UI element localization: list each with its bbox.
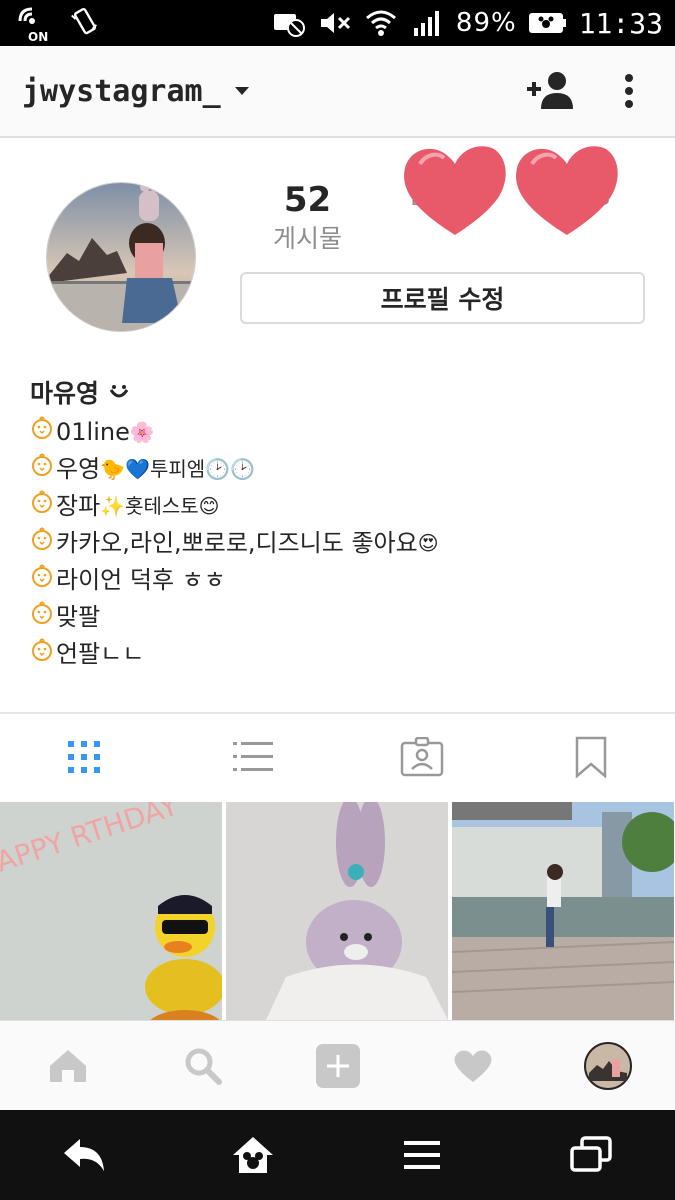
profile-bio: 마유영 01line 🌸 우영 🐤💙투피엠🕑🕑 장파 ✨홋테스토😊 카카오,라인,뽀로로,디… bbox=[30, 374, 439, 673]
display-name: 마유영 bbox=[30, 374, 439, 414]
chick-icon bbox=[30, 414, 54, 451]
profile-avatar[interactable] bbox=[46, 182, 196, 332]
search-icon bbox=[185, 1048, 222, 1085]
profile-tabs bbox=[0, 712, 675, 800]
heart-sticker-icon bbox=[404, 146, 506, 235]
bio-line-emoji: 😍 bbox=[417, 531, 439, 555]
battery-percent: 89% bbox=[455, 8, 517, 38]
nav-home[interactable] bbox=[0, 1021, 135, 1110]
bio-line-text: 언팔ㄴㄴ bbox=[56, 640, 145, 668]
list-icon bbox=[233, 742, 274, 771]
posts-count: 52 bbox=[283, 180, 332, 220]
edit-profile-button[interactable]: 프로필 수정 bbox=[240, 272, 645, 324]
bio-line: 카카오,라인,뽀로로,디즈니도 좋아요 😍 bbox=[30, 525, 439, 562]
post-thumbnail[interactable] bbox=[452, 802, 674, 1020]
tab-saved[interactable] bbox=[506, 714, 675, 800]
mute-icon bbox=[318, 8, 352, 38]
nav-add[interactable] bbox=[270, 1021, 405, 1110]
nfc-label: ON bbox=[28, 30, 49, 44]
post-thumbnail[interactable] bbox=[226, 802, 448, 1020]
bio-line-emoji: ✨홋테스토😊 bbox=[100, 494, 220, 518]
system-back-button[interactable] bbox=[0, 1110, 169, 1200]
more-vertical-icon[interactable] bbox=[609, 61, 649, 121]
home-mickey-icon bbox=[233, 1137, 274, 1173]
home-icon bbox=[49, 1049, 86, 1082]
bio-line-emoji: 🐤💙투피엠🕑🕑 bbox=[100, 457, 255, 481]
profile-header: jwystagram_ bbox=[0, 46, 675, 138]
post-grid: APPY RTHDAY bbox=[0, 802, 675, 1020]
bio-line-text: 카카오,라인,뽀로로,디즈니도 좋아요 bbox=[56, 529, 418, 557]
nav-profile[interactable] bbox=[540, 1021, 675, 1110]
bio-line-text: 장파 bbox=[56, 492, 101, 520]
bio-line-text: 우영 bbox=[56, 455, 101, 483]
bio-line: 장파 ✨홋테스토😊 bbox=[30, 488, 439, 525]
battery-icon bbox=[528, 8, 567, 38]
data-saver-icon bbox=[272, 8, 306, 38]
add-icon bbox=[315, 1043, 360, 1088]
signal-icon bbox=[410, 8, 444, 38]
stat-posts[interactable]: 52 게시물 bbox=[240, 178, 375, 256]
heart-sticker-icon bbox=[516, 146, 618, 235]
chick-icon bbox=[30, 636, 54, 673]
bio-line: 01line 🌸 bbox=[30, 414, 439, 451]
tab-tagged[interactable] bbox=[338, 714, 507, 800]
status-bar: ON 89% 11:33 bbox=[0, 0, 675, 46]
bio-line-text: 01line bbox=[56, 418, 130, 446]
display-name-text: 마유영 bbox=[30, 379, 100, 408]
grid-icon bbox=[68, 741, 101, 773]
clock: 11:33 bbox=[578, 6, 663, 40]
chick-icon bbox=[30, 451, 54, 488]
system-recents-button[interactable] bbox=[506, 1110, 675, 1200]
chick-icon bbox=[30, 599, 54, 636]
chick-icon bbox=[30, 488, 54, 525]
system-nav-bar bbox=[0, 1110, 675, 1200]
nav-activity[interactable] bbox=[405, 1021, 540, 1110]
heart-icon bbox=[454, 1049, 491, 1082]
wifi-icon bbox=[364, 8, 398, 38]
recents-icon bbox=[569, 1136, 612, 1172]
posts-label: 게시물 bbox=[272, 224, 342, 253]
back-icon bbox=[64, 1139, 105, 1171]
nfc-icon: ON bbox=[14, 7, 58, 44]
post-thumbnail[interactable]: APPY RTHDAY bbox=[0, 802, 222, 1020]
bio-line: 언팔ㄴㄴ bbox=[30, 636, 439, 673]
tagged-icon bbox=[400, 737, 444, 777]
bio-line-text: 맞팔 bbox=[56, 603, 101, 631]
bio-line: 우영 🐤💙투피엠🕑🕑 bbox=[30, 451, 439, 488]
bottom-nav bbox=[0, 1020, 675, 1110]
nav-search[interactable] bbox=[135, 1021, 270, 1110]
bio-line-text: 라이언 덕후 ㅎㅎ bbox=[56, 566, 226, 594]
vibrate-rotate-icon bbox=[68, 7, 102, 38]
username-switcher[interactable]: jwystagram_ bbox=[22, 74, 221, 109]
smile-icon bbox=[109, 385, 128, 398]
bio-line-emoji: 🌸 bbox=[129, 420, 155, 444]
tab-list[interactable] bbox=[169, 714, 338, 800]
system-menu-button[interactable] bbox=[338, 1110, 507, 1200]
chick-icon bbox=[30, 562, 54, 599]
profile-avatar bbox=[583, 1041, 632, 1090]
add-person-icon[interactable] bbox=[521, 61, 581, 121]
tab-grid[interactable] bbox=[0, 714, 169, 800]
bio-line: 맞팔 bbox=[30, 599, 439, 636]
chick-icon bbox=[30, 525, 54, 562]
system-home-button[interactable] bbox=[169, 1110, 338, 1200]
bio-line: 라이언 덕후 ㅎㅎ bbox=[30, 562, 439, 599]
bookmark-icon bbox=[575, 736, 606, 778]
chevron-down-icon[interactable] bbox=[234, 87, 249, 95]
menu-icon bbox=[403, 1141, 440, 1169]
